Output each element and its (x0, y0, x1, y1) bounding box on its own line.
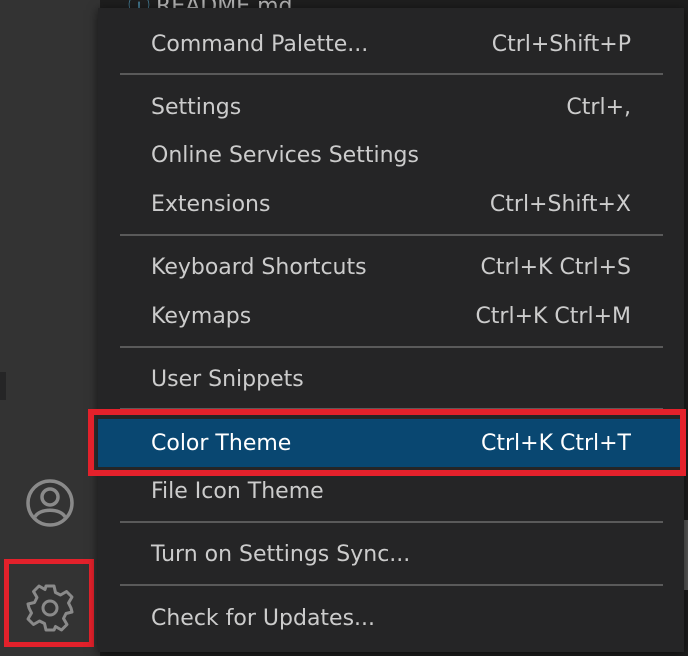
menu-item-label: Settings (151, 94, 242, 120)
menu-separator (120, 521, 663, 523)
vscode-window: ⓘREADME.md Command Palette... Ctrl+Shift… (0, 0, 688, 656)
menu-item-label: Extensions (151, 191, 271, 217)
menu-separator (120, 73, 663, 75)
menu-item-label: Online Services Settings (151, 142, 419, 168)
menu-separator (120, 346, 663, 348)
menu-item-label: Command Palette... (151, 31, 369, 57)
menu-item-shortcut: Ctrl+K Ctrl+M (475, 303, 631, 329)
menu-item-settings-sync[interactable]: Turn on Settings Sync... (98, 530, 684, 578)
menu-item-label: Check for Updates... (151, 605, 376, 631)
account-icon[interactable] (24, 477, 76, 529)
color-theme-annotation (88, 409, 686, 476)
menu-item-online-services-settings[interactable]: Online Services Settings (98, 131, 684, 179)
manage-menu: Command Palette... Ctrl+Shift+P Settings… (98, 8, 684, 652)
menu-item-label: User Snippets (151, 366, 304, 392)
menu-item-check-for-updates[interactable]: Check for Updates... (98, 594, 684, 642)
activity-bar-divider (0, 372, 6, 400)
menu-separator (120, 234, 663, 236)
menu-item-keymaps[interactable]: Keymaps Ctrl+K Ctrl+M (98, 292, 684, 340)
manage-button-annotation (4, 559, 94, 647)
menu-item-keyboard-shortcuts[interactable]: Keyboard Shortcuts Ctrl+K Ctrl+S (98, 243, 684, 291)
menu-item-user-snippets[interactable]: User Snippets (98, 355, 684, 403)
menu-item-label: File Icon Theme (151, 478, 324, 504)
menu-separator (120, 584, 663, 586)
menu-item-shortcut: Ctrl+K Ctrl+S (480, 254, 631, 280)
menu-item-shortcut: Ctrl+Shift+P (491, 31, 631, 57)
menu-item-label: Keyboard Shortcuts (151, 254, 367, 280)
menu-item-settings[interactable]: Settings Ctrl+, (98, 83, 684, 131)
menu-item-shortcut: Ctrl+Shift+X (489, 191, 631, 217)
menu-item-shortcut: Ctrl+, (566, 94, 631, 120)
menu-item-extensions[interactable]: Extensions Ctrl+Shift+X (98, 180, 684, 228)
activity-bar (0, 0, 100, 656)
menu-item-label: Keymaps (151, 303, 252, 329)
menu-item-command-palette[interactable]: Command Palette... Ctrl+Shift+P (98, 20, 684, 68)
menu-item-label: Turn on Settings Sync... (151, 541, 411, 567)
